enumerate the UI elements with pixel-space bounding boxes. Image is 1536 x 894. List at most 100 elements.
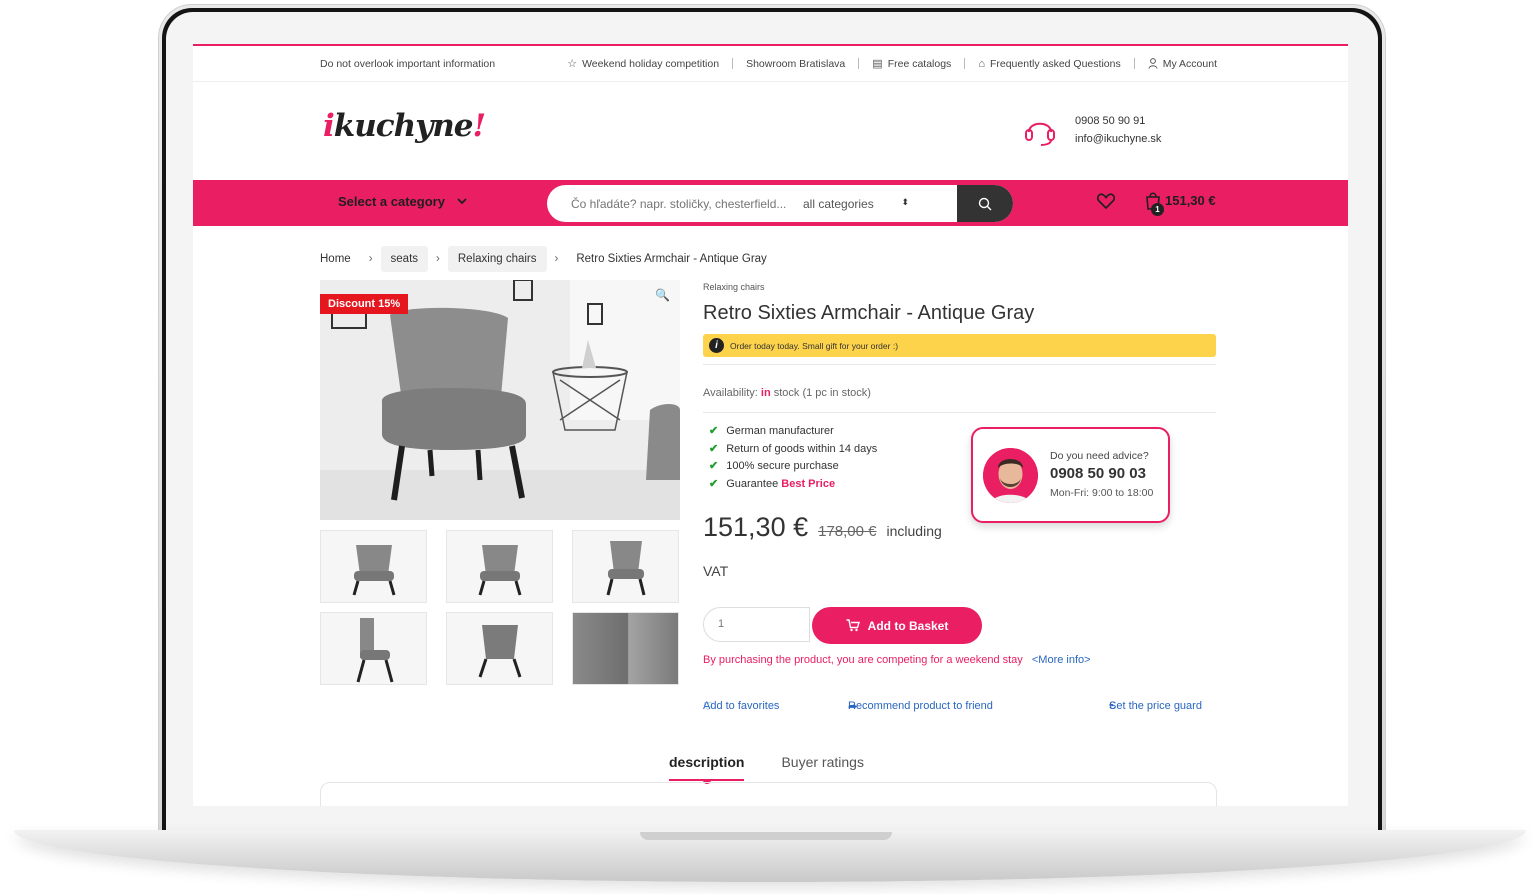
armchair-photo xyxy=(320,280,680,520)
add-to-basket-label: Add to Basket xyxy=(867,618,949,633)
feature-item: ✔ Return of goods within 14 days xyxy=(703,441,877,459)
armchair-thumb xyxy=(478,544,521,595)
availability: Availability: in stock (1 pc in stock) xyxy=(703,387,1216,399)
divider xyxy=(964,58,966,69)
thumbnail[interactable] xyxy=(446,530,553,603)
top-link-account[interactable]: My Account xyxy=(1148,58,1217,70)
top-info-bar: Do not overlook important information ☆ … xyxy=(193,46,1348,82)
add-to-basket-button[interactable]: Add to Basket xyxy=(812,607,982,644)
top-notice[interactable]: Do not overlook important information xyxy=(320,58,495,70)
nav-right: 1 151,30 € xyxy=(1097,191,1216,216)
feature-text: German manufacturer xyxy=(726,425,834,437)
search-bar: all categories ⬍ xyxy=(547,185,1013,222)
search-button[interactable] xyxy=(957,185,1013,222)
price-row: 151,30 € 178,00 € including xyxy=(703,512,942,543)
site-logo[interactable]: ikuchyne! xyxy=(323,108,487,144)
top-links: ☆ Weekend holiday competition Showroom B… xyxy=(567,57,1217,71)
divider xyxy=(703,364,1216,365)
add-to-favorites-label: Add to favorites xyxy=(703,700,780,712)
headset-icon xyxy=(1025,122,1055,146)
cart-add-icon xyxy=(846,619,860,632)
more-info-link[interactable]: <More info> xyxy=(1032,654,1091,666)
header-contact: 0908 50 90 91 info@ikuchyne.sk xyxy=(1023,112,1161,148)
top-link-label: My Account xyxy=(1162,57,1217,70)
breadcrumb-separator: › xyxy=(436,253,440,265)
cart-total: 151,30 € xyxy=(1165,193,1216,208)
logo-prefix: i xyxy=(323,108,335,144)
top-link-catalogs[interactable]: ▤ Free catalogs xyxy=(872,57,952,71)
top-link-showroom[interactable]: Showroom Bratislava xyxy=(746,58,845,70)
top-link-label: Weekend holiday competition xyxy=(582,57,720,70)
top-link-competition[interactable]: ☆ Weekend holiday competition xyxy=(567,57,720,71)
top-link-label: Free catalogs xyxy=(887,57,952,70)
product-main-image[interactable] xyxy=(320,280,680,520)
category-select-label: Select a category xyxy=(338,194,445,209)
competition-note: By purchasing the product, you are compe… xyxy=(703,654,1091,666)
contact-lines: 0908 50 90 91 info@ikuchyne.sk xyxy=(1075,112,1161,148)
search-scope-select[interactable]: all categories ⬍ xyxy=(795,197,923,211)
top-link-label: Frequently asked Questions xyxy=(989,57,1121,70)
thumbnail[interactable] xyxy=(572,530,679,603)
breadcrumb-relaxing-chairs[interactable]: Relaxing chairs xyxy=(447,246,547,272)
armchair-side-thumb xyxy=(356,617,393,682)
feature-item: ✔ German manufacturer xyxy=(703,423,877,441)
category-select[interactable]: Select a category xyxy=(338,194,467,209)
price-including-label: including xyxy=(886,523,942,539)
availability-detail: stock (1 pc in stock) xyxy=(773,387,871,399)
top-link-faq[interactable]: ⌂ Frequently asked Questions xyxy=(978,58,1120,70)
header-phone[interactable]: 0908 50 90 91 xyxy=(1075,112,1161,130)
availability-status: in xyxy=(760,387,771,399)
tab-buyer-ratings[interactable]: Buyer ratings xyxy=(781,754,863,781)
search-icon xyxy=(978,197,992,210)
advice-hours: Mon-Fri: 9:00 to 18:00 xyxy=(1050,487,1154,499)
breadcrumb-current: Retro Sixties Armchair - Antique Gray xyxy=(576,253,767,265)
feature-item: ✔ 100% secure purchase xyxy=(703,458,877,476)
old-price: 178,00 € xyxy=(818,523,877,540)
advice-phone[interactable]: 0908 50 90 03 xyxy=(1050,465,1146,482)
laptop-frame: Do not overlook important information ☆ … xyxy=(0,0,1536,894)
breadcrumb-home[interactable]: Home xyxy=(320,246,361,272)
cart-button[interactable]: 1 151,30 € xyxy=(1145,191,1216,216)
feature-text: Return of goods within 14 days xyxy=(726,442,878,455)
quantity-input[interactable]: 1 xyxy=(703,607,810,642)
advisor-avatar xyxy=(983,448,1038,503)
product-info: Relaxing chairs Retro Sixties Armchair -… xyxy=(703,282,1216,713)
star-icon: ☆ xyxy=(567,58,578,70)
promo-banner: i Order today today. Small gift for your… xyxy=(703,334,1216,357)
main-nav-bar: Select a category all categories ⬍ 1 1 xyxy=(193,180,1348,226)
search-scope-label: all categories xyxy=(803,196,874,211)
header-email[interactable]: info@ikuchyne.sk xyxy=(1075,130,1161,148)
price-vat-label: VAT xyxy=(703,563,729,579)
laptop-notch xyxy=(640,832,892,840)
top-link-label: Showroom Bratislava xyxy=(746,57,846,70)
heart-icon[interactable] xyxy=(1097,192,1115,209)
logo-main: kuchyne xyxy=(333,108,474,144)
search-input[interactable] xyxy=(547,185,795,222)
breadcrumb-seats[interactable]: seats xyxy=(380,246,429,272)
divider xyxy=(858,58,860,69)
product-tabs: description Buyer ratings xyxy=(669,754,864,784)
site-header: ikuchyne! 0908 50 90 91 info@ikuchyne.sk xyxy=(193,82,1348,180)
lock-icon: ⌂ xyxy=(978,57,985,70)
check-icon: ✔ xyxy=(709,425,719,437)
browser-screen: Do not overlook important information ☆ … xyxy=(193,44,1348,806)
thumbnail[interactable] xyxy=(572,612,679,685)
thumbnail[interactable] xyxy=(446,612,553,685)
recommend-label: Recommend product to friend xyxy=(848,700,993,712)
user-icon xyxy=(1148,58,1158,69)
feature-item: ✔ Guarantee Best Price xyxy=(703,476,877,494)
thumbnail[interactable] xyxy=(320,530,427,603)
product-category[interactable]: Relaxing chairs xyxy=(703,282,1216,292)
best-price-link[interactable]: Best Price xyxy=(781,478,835,490)
logo-suffix: ! xyxy=(472,108,487,144)
advice-question: Do you need advice? xyxy=(1050,450,1149,462)
armchair-back-thumb xyxy=(478,624,521,677)
check-icon: ✔ xyxy=(709,460,719,472)
product-title: Retro Sixties Armchair - Antique Gray xyxy=(703,302,1035,324)
thumbnail[interactable] xyxy=(320,612,427,685)
zoom-icon[interactable]: 🔍 xyxy=(655,288,670,302)
updown-icon: ⬍ xyxy=(901,196,909,207)
advisor-face xyxy=(983,448,1038,503)
advice-box: Do you need advice? 0908 50 90 03 Mon-Fr… xyxy=(971,427,1170,523)
tab-description[interactable]: description xyxy=(669,754,745,784)
